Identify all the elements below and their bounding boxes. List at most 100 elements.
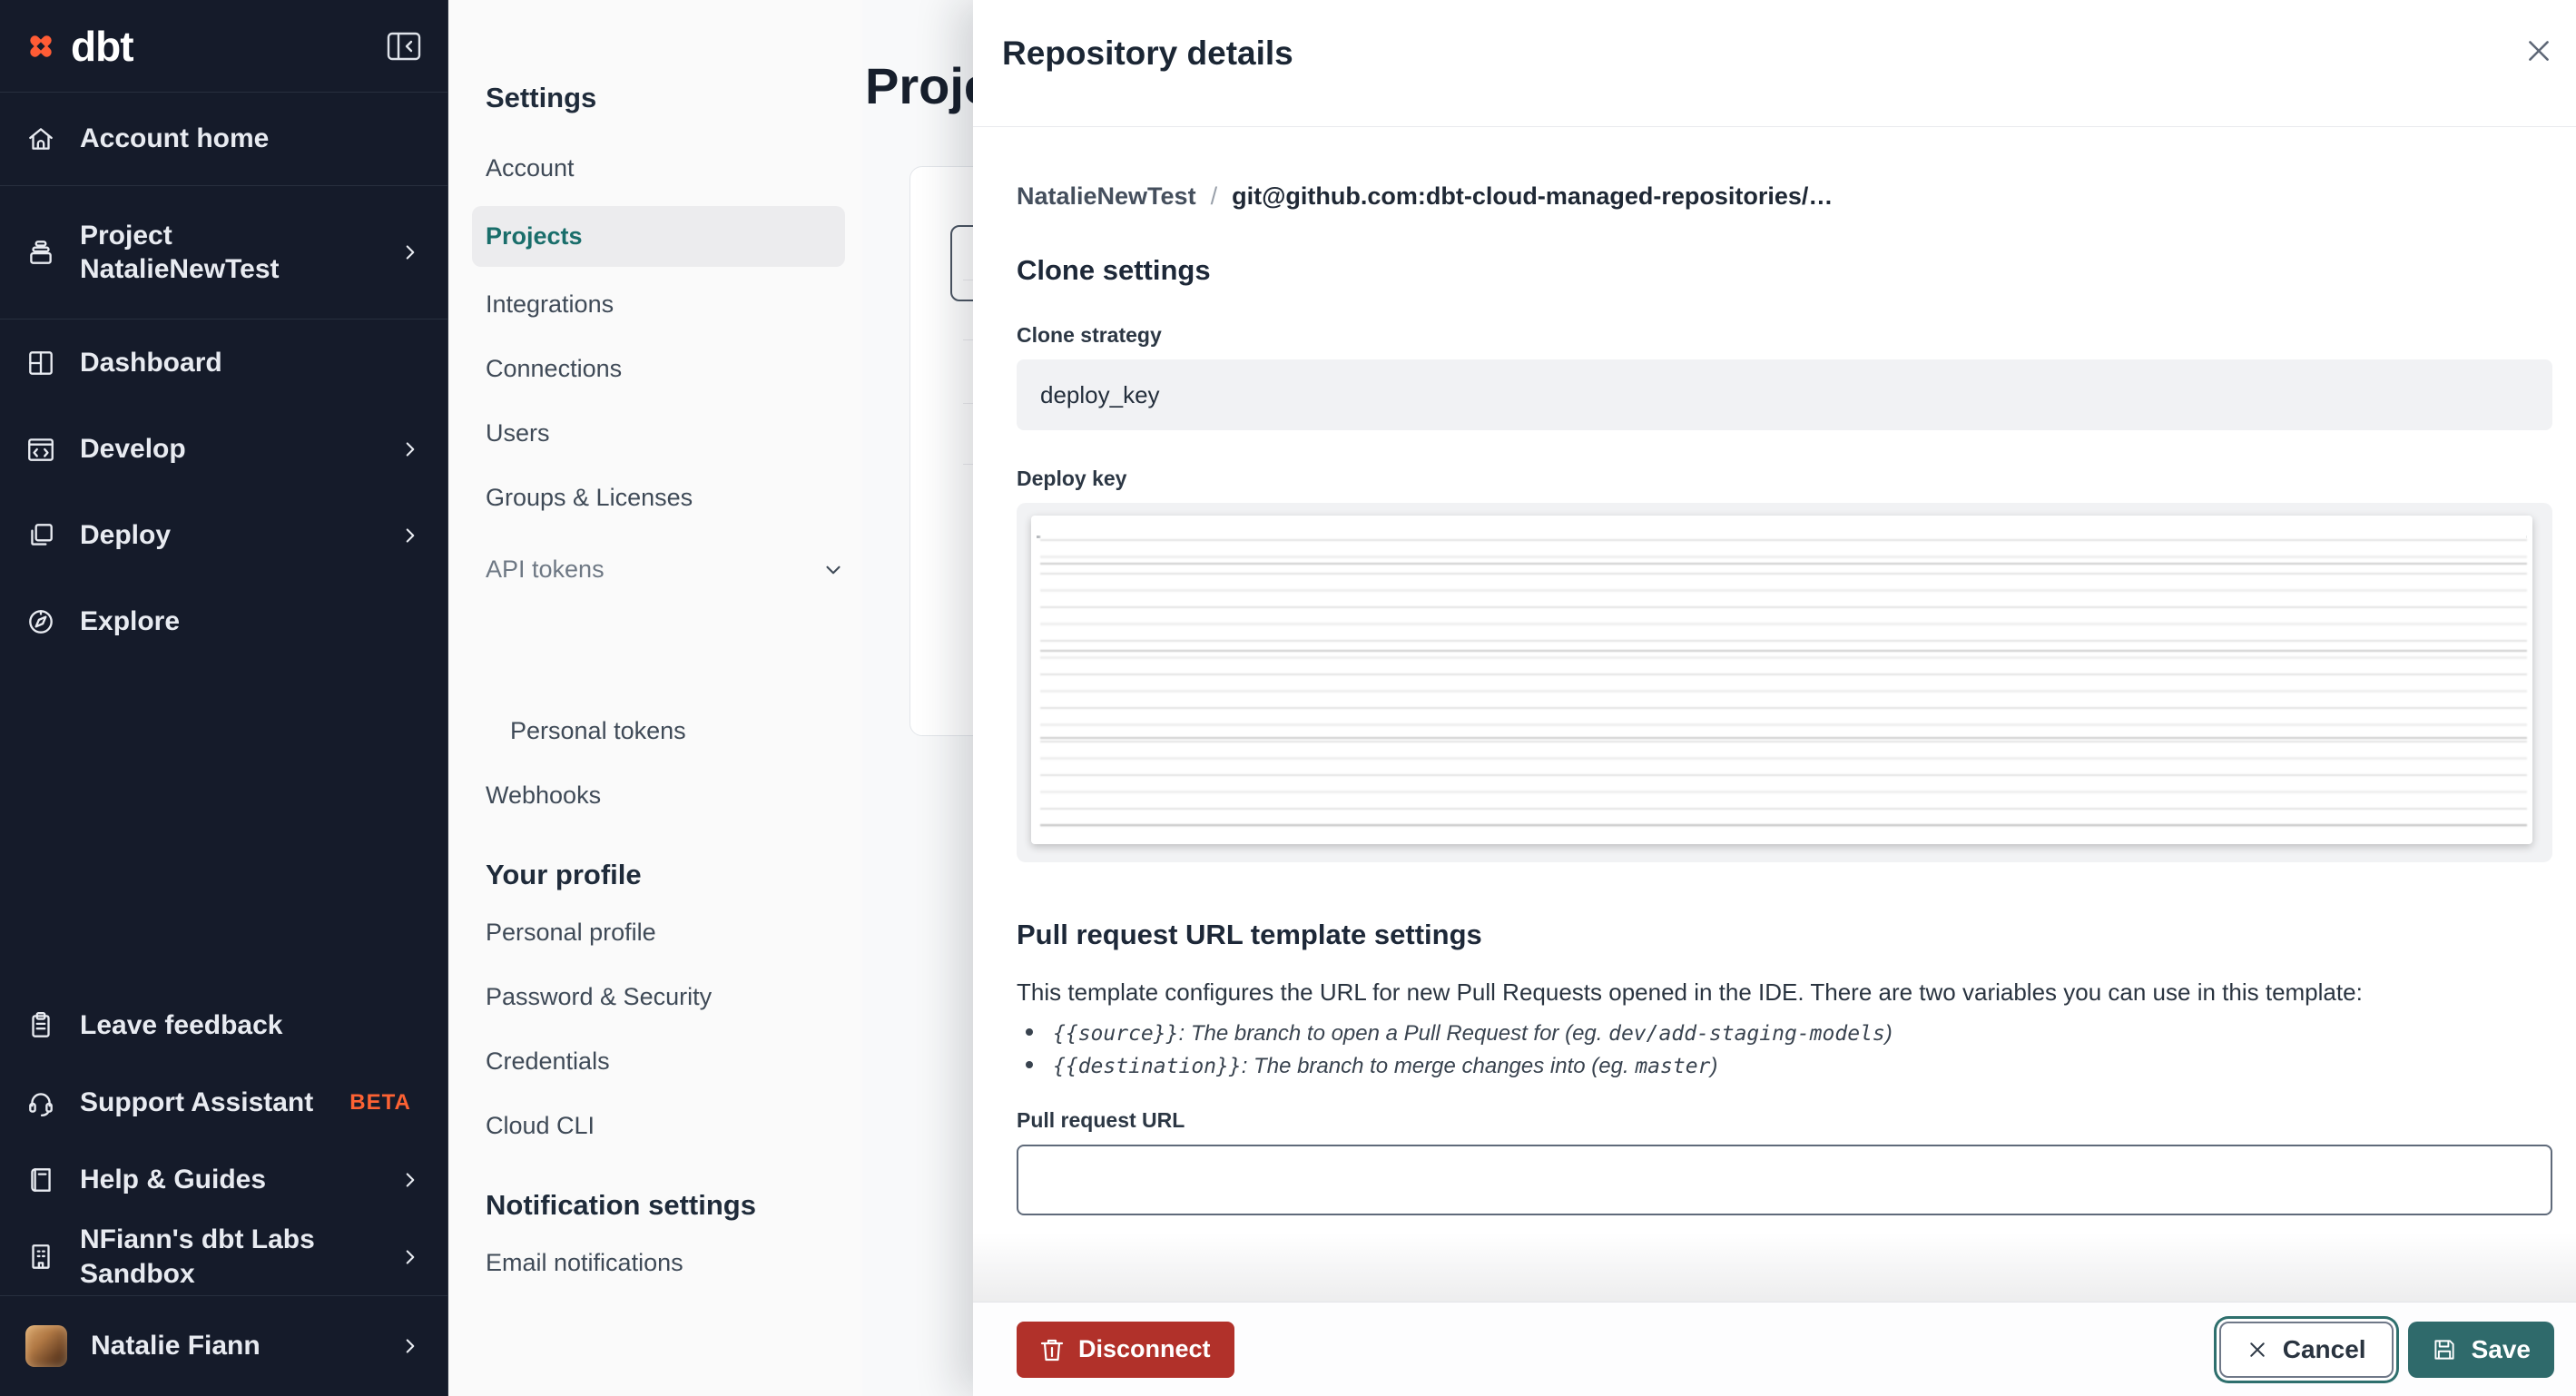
bullet-icon [1026,1061,1033,1068]
settings-nav-item-projects[interactable]: Projects [472,206,845,267]
trash-icon [1040,1339,1064,1361]
notification-settings-heading: Notification settings [486,1189,756,1221]
dashboard-icon [29,350,53,375]
disconnect-label: Disconnect [1078,1335,1211,1362]
sidebar-user-menu[interactable]: Natalie Fiann [0,1295,447,1396]
sidebar-item-develop[interactable]: Develop [0,406,447,492]
sidebar-item-project[interactable]: Project NatalieNewTest [0,186,447,320]
dbt-logo: dbt [25,22,134,71]
bullet-icon [1026,1028,1033,1036]
chevron-right-icon [406,1249,415,1264]
panel-title: Repository details [1002,34,1293,72]
sidebar-item-label: Project NatalieNewTest [80,219,280,287]
save-floppy-icon [2434,1339,2454,1360]
app-screen: dbt Account home Project NatalieNewTest … [0,0,2576,1396]
sidebar-item-label: Leave feedback [80,1009,283,1040]
sidebar-item-help-guides[interactable]: Help & Guides [0,1141,447,1218]
clone-strategy-select[interactable]: deploy_key [1017,359,2552,430]
sidebar-item-label: Explore [80,605,181,636]
project-name: NatalieNewTest [80,254,280,284]
cancel-button[interactable]: Cancel [2218,1321,2394,1378]
sidebar-item-dashboard[interactable]: Dashboard [0,320,447,406]
sidebar-item-leave-feedback[interactable]: Leave feedback [0,987,447,1064]
clone-strategy-label: Clone strategy [1017,323,1162,347]
deploy-key-label: Deploy key [1017,467,1127,490]
pr-url-label: Pull request URL [1017,1108,1185,1132]
variable-destination: {{destination}} [1053,1055,1242,1078]
variable-source-desc: : The branch to open a Pull Request for … [1178,1021,1609,1046]
scroll-fade [973,1233,2576,1302]
deploy-key-field[interactable] [1017,503,2552,862]
settings-nav-item-password-security[interactable]: Password & Security [486,983,845,1011]
chevron-right-icon [406,441,415,457]
headset-icon [29,1092,53,1116]
deploy-key-redacted-content [1031,516,2532,844]
footer-actions: Cancel Save [2218,1321,2554,1378]
clone-strategy-value: deploy_key [1040,380,1160,408]
sidebar-item-label: Develop [80,433,186,464]
settings-nav-item-integrations[interactable]: Integrations [486,290,845,319]
breadcrumb-repo: git@github.com:dbt-cloud-managed-reposit… [1232,182,1834,210]
settings-nav-item-personal-tokens[interactable]: Personal tokens [486,717,845,745]
variable-destination-desc: : The branch to merge changes into (eg. [1241,1054,1636,1078]
project-word: Project [80,220,172,251]
sidebar-item-explore[interactable]: Explore [0,578,447,664]
settings-nav-item-groups-licenses[interactable]: Groups & Licenses [486,484,845,512]
settings-nav-item-credentials[interactable]: Credentials [486,1047,845,1076]
sidebar-item-label: NFiann's dbt Labs Sandbox [80,1224,315,1289]
chevron-right-icon [406,527,415,543]
building-icon [32,1244,50,1269]
book-icon [31,1167,51,1192]
variable-destination-close: ) [1710,1054,1718,1078]
pr-url-input[interactable] [1017,1145,2552,1215]
list-item: {{source}}: The branch to open a Pull Re… [1017,1021,2552,1047]
sidebar-item-label: Support Assistant [80,1086,314,1117]
api-tokens-label: API tokens [486,555,605,583]
pr-template-variables-list: {{source}}: The branch to open a Pull Re… [1017,1021,2552,1079]
develop-code-icon [28,437,54,461]
save-button[interactable]: Save [2407,1321,2554,1378]
variable-source-example: dev/add-staging-models [1608,1022,1885,1046]
settings-nav-group-api-tokens[interactable]: API tokens [486,555,845,584]
sidebar-item-deploy[interactable]: Deploy [0,492,447,578]
settings-nav-item-account[interactable]: Account [486,154,845,182]
chevron-down-icon [826,565,841,574]
clone-settings-heading: Clone settings [1017,254,1211,286]
settings-nav-item-users[interactable]: Users [486,419,845,447]
settings-nav: Settings Account Projects Integrations C… [449,0,862,1396]
breadcrumb: NatalieNewTest / git@github.com:dbt-clou… [1017,182,2552,211]
cancel-x-icon [2250,1342,2265,1357]
variable-source: {{source}} [1053,1022,1179,1046]
user-name: Natalie Fiann [91,1331,261,1362]
collapse-sidebar-icon[interactable] [386,31,422,62]
home-icon [29,128,53,150]
chevron-right-icon [406,1339,415,1353]
sidebar-item-label: Help & Guides [80,1164,267,1194]
sidebar-item-sandbox-account[interactable]: NFiann's dbt Labs Sandbox [0,1218,447,1295]
sidebar-item-label: Deploy [80,519,172,550]
sidebar-item-label: Account home [80,123,270,154]
close-icon[interactable] [2523,31,2563,71]
settings-nav-item-email-notifications[interactable]: Email notifications [486,1249,845,1277]
explore-compass-icon [29,609,53,634]
logo-text: dbt [71,22,134,70]
settings-nav-item-webhooks[interactable]: Webhooks [486,782,845,810]
sidebar-item-account-home[interactable]: Account home [0,93,447,186]
settings-nav-item-personal-profile[interactable]: Personal profile [486,919,845,947]
settings-nav-item-cloud-cli[interactable]: Cloud CLI [486,1112,845,1140]
breadcrumb-project[interactable]: NatalieNewTest [1017,182,1196,211]
disconnect-button[interactable]: Disconnect [1017,1321,1234,1378]
pr-template-description: This template configures the URL for new… [1017,978,2363,1006]
variable-source-close: ) [1884,1021,1893,1046]
save-label: Save [2471,1334,2531,1363]
chevron-right-icon [406,245,415,260]
panel-footer: Disconnect Cancel Save [973,1302,2576,1396]
sidebar-item-label: Dashboard [80,347,222,378]
dbt-logo-icon [30,34,52,57]
settings-nav-item-connections[interactable]: Connections [486,355,845,383]
panel-header: Repository details [973,0,2576,127]
sidebar: dbt Account home Project NatalieNewTest … [0,0,448,1396]
list-item: {{destination}}: The branch to merge cha… [1017,1054,2552,1079]
user-avatar [25,1325,67,1367]
sidebar-item-support-assistant[interactable]: Support Assistant BETA [0,1064,447,1141]
